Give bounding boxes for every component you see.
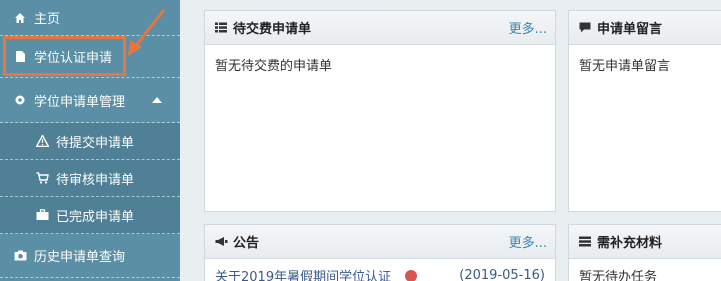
list-icon [579,236,593,247]
notice-date: (2019-05-16) [459,268,545,281]
sidebar-item-degree-manage[interactable]: 学位申请单管理 [0,78,180,123]
panel-body: 关于2019年暑假期间学位认证 (2019-05-16) [205,259,555,281]
camera-icon [12,250,28,261]
panel-title: 待交费申请单 [233,22,312,37]
sidebar-item-label: 待提交申请单 [56,135,135,151]
panel-pending-payment: 待交费申请单 更多... 暂无待交费的申请单 [204,10,556,212]
sidebar-item-label: 历史申请单查询 [34,250,126,265]
more-link[interactable]: 更多... [509,232,547,251]
panel-materials: 需补充材料 暂无待办任务 [568,224,721,281]
panel-title: 需补充材料 [597,236,663,251]
panel-title: 申请单留言 [597,22,663,37]
sidebar-item-pending-submit[interactable]: 待提交申请单 [0,123,180,160]
sidebar-item-label: 学位申请单管理 [34,94,126,110]
sidebar: 主页 学位认证申请 学位申请单管理 待提交申请单 待审核申请单 已完成申请单 历… [0,0,180,281]
content-background [180,0,204,281]
annotation-arrow-icon [128,9,166,56]
panel-header: 申请单留言 [569,11,721,45]
panel-header: 待交费申请单 更多... [205,11,555,45]
hot-badge-icon [405,269,418,281]
chevron-up-icon [152,97,162,103]
sidebar-item-label: 主页 [34,12,61,27]
list-item[interactable]: 关于2019年暑假期间学位认证 (2019-05-16) [215,266,545,281]
panel-header: 公告 更多... [205,225,555,259]
panel-body: 暂无申请单留言 [579,59,671,74]
panel-body: 暂无待交费的申请单 [215,59,333,74]
panel-notice: 公告 更多... 关于2019年暑假期间学位认证 (2019-05-16) [204,224,556,281]
sidebar-item-label: 已完成申请单 [56,209,135,225]
gear-icon [12,94,28,106]
panel-title: 公告 [233,236,260,251]
sidebar-item-label: 待审核申请单 [56,172,135,188]
briefcase-icon [34,209,50,221]
panel-body: 暂无待办任务 [579,270,658,281]
home-icon [12,12,28,24]
panel-header: 需补充材料 [569,225,721,259]
panel-messages: 申请单留言 暂无申请单留言 [568,10,721,212]
sidebar-item-history[interactable]: 历史申请单查询 [0,234,180,278]
notice-title: 关于2019年暑假期间学位认证 [215,270,392,281]
comment-icon [579,22,593,33]
more-link[interactable]: 更多... [509,18,547,37]
list-icon [215,22,229,33]
cart-icon [34,172,50,184]
sidebar-item-completed[interactable]: 已完成申请单 [0,197,180,234]
sidebar-item-pending-review[interactable]: 待审核申请单 [0,160,180,197]
highlight-box [3,36,126,76]
bullhorn-icon [215,236,229,247]
warning-icon [34,135,50,147]
